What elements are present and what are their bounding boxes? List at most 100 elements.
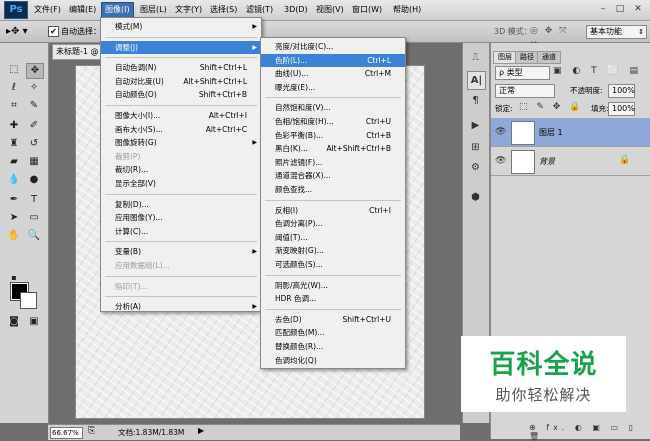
paragraph-panel-icon[interactable]: ¶: [467, 92, 484, 109]
menu-item[interactable]: 图像旋转(G) ▶: [101, 136, 261, 149]
menu-help[interactable]: 帮助(H): [390, 3, 424, 17]
pen-tool-icon[interactable]: ✒: [6, 193, 22, 207]
layer-filter-icons[interactable]: ▣ ◐ T ⬜ ▤: [553, 66, 642, 76]
default-colors-icon[interactable]: ▪: [6, 271, 22, 285]
menu-window[interactable]: 窗口(W): [349, 3, 385, 17]
menu-filter[interactable]: 滤镜(T): [243, 3, 276, 17]
menu-item[interactable]: 颜色查找...: [261, 183, 405, 196]
adjustments-panel-icon[interactable]: ⚙: [467, 159, 484, 176]
fill-input[interactable]: 100%: [608, 102, 635, 116]
layer-name[interactable]: 背景: [539, 156, 555, 167]
menu-item[interactable]: 色相/饱和度(H)... Ctrl+U: [261, 115, 405, 128]
path-select-icon[interactable]: ➤: [6, 211, 22, 225]
clone-stamp-icon[interactable]: ♜: [6, 137, 22, 151]
gradient-tool-icon[interactable]: ▦: [26, 155, 42, 169]
blend-mode-select[interactable]: 正常: [495, 84, 555, 98]
quick-mask-icon[interactable]: ◙: [6, 315, 22, 329]
brush-tool-icon[interactable]: ✐: [26, 119, 42, 133]
menu-item[interactable]: 亮度/对比度(C)...: [261, 40, 405, 53]
eraser-tool-icon[interactable]: ▰: [6, 155, 22, 169]
layer-bottom-icons[interactable]: ⊕ fx. ◐ ▣ ▭ ▯ 🗑: [529, 423, 650, 441]
shape-tool-icon[interactable]: ▭: [26, 211, 42, 225]
tab-paths[interactable]: 路径: [515, 51, 539, 64]
menu-item[interactable]: 自动颜色(O) Shift+Ctrl+B: [101, 88, 261, 101]
visibility-eye-icon[interactable]: 👁: [495, 127, 506, 137]
menu-item[interactable]: 曝光度(E)...: [261, 81, 405, 94]
maximize-icon[interactable]: □: [613, 2, 627, 16]
menu-item[interactable]: 色阶(L)... Ctrl+L: [261, 53, 405, 67]
menu-item[interactable]: 黑白(K)... Alt+Shift+Ctrl+B: [261, 142, 405, 155]
layer-name[interactable]: 图层 1: [539, 127, 563, 138]
menu-item[interactable]: 自动色调(N) Shift+Ctrl+L: [101, 61, 261, 74]
menu-item[interactable]: 照片滤镜(F)...: [261, 156, 405, 169]
lasso-tool-icon[interactable]: ℓ: [6, 81, 22, 95]
history-brush-icon[interactable]: ↺: [26, 137, 42, 151]
menu-item[interactable]: HDR 色调...: [261, 292, 405, 305]
menu-item[interactable]: 色调均化(Q): [261, 354, 405, 367]
tab-layers[interactable]: 图层: [493, 51, 517, 64]
healing-brush-icon[interactable]: ✚: [6, 119, 22, 133]
menu-item[interactable]: 渐变映射(G)...: [261, 244, 405, 257]
menu-item[interactable]: 可选颜色(S)...: [261, 258, 405, 271]
layer-row-background[interactable]: 👁 背景 🔒: [491, 147, 650, 176]
menu-item[interactable]: 调整(J) ▶: [101, 40, 261, 54]
crop-tool-icon[interactable]: ⌗: [6, 99, 22, 113]
zoom-tool-icon[interactable]: 🔍: [26, 229, 42, 243]
menu-item[interactable]: 计算(C)...: [101, 225, 261, 238]
menu-type[interactable]: 文字(Y): [172, 3, 205, 17]
menu-item[interactable]: 应用图像(Y)...: [101, 211, 261, 224]
menu-item[interactable]: 替换颜色(R)...: [261, 340, 405, 353]
menu-item[interactable]: 阈值(T)...: [261, 231, 405, 244]
menu-item[interactable]: 陷印(T)...: [101, 280, 261, 293]
menu-item[interactable]: 分析(A) ▶: [101, 300, 261, 313]
type-tool-icon[interactable]: T: [26, 193, 42, 207]
menu-item[interactable]: 自动对比度(U) Alt+Shift+Ctrl+L: [101, 75, 261, 88]
magic-wand-icon[interactable]: ✧: [26, 81, 42, 95]
menu-item[interactable]: 通道混合器(X)...: [261, 169, 405, 182]
menu-item[interactable]: 色彩平衡(B)... Ctrl+B: [261, 129, 405, 142]
menu-item[interactable]: 反相(I) Ctrl+I: [261, 204, 405, 217]
menu-item[interactable]: 自然饱和度(V)...: [261, 101, 405, 114]
workspace-select[interactable]: 基本功能 ⇕: [586, 25, 647, 39]
close-icon[interactable]: ✕: [631, 2, 645, 16]
menu-item[interactable]: 显示全部(V): [101, 177, 261, 190]
dodge-tool-icon[interactable]: ●: [26, 173, 42, 187]
auto-select-checkbox[interactable]: ✔: [48, 26, 59, 37]
3d-tools-icons[interactable]: ◎ ✥ ⤧ ⇔: [530, 25, 580, 49]
menu-item[interactable]: 曲线(U)... Ctrl+M: [261, 67, 405, 80]
character-panel-icon[interactable]: A|: [467, 71, 486, 90]
visibility-eye-icon[interactable]: 👁: [495, 156, 506, 166]
menu-edit[interactable]: 编辑(E): [66, 3, 99, 17]
menu-layer[interactable]: 图层(L): [137, 3, 170, 17]
menu-item[interactable]: 去色(D) Shift+Ctrl+U: [261, 313, 405, 326]
menu-item[interactable]: 应用数据组(L)...: [101, 259, 261, 272]
opacity-input[interactable]: 100%: [608, 84, 635, 98]
zoom-field[interactable]: 66.67%: [50, 427, 83, 439]
menu-select[interactable]: 选择(S): [207, 3, 240, 17]
lock-icons[interactable]: ⬚ ✎ ✥ 🔒: [519, 102, 583, 112]
move-tool-icon[interactable]: ✥: [26, 63, 44, 79]
layer-kind-filter[interactable]: ρ 类型: [495, 66, 550, 80]
menu-view[interactable]: 视图(V): [313, 3, 347, 17]
info-arrow-icon[interactable]: ▶: [198, 426, 204, 435]
actions-panel-icon[interactable]: ▶: [467, 117, 484, 134]
navigator-panel-icon[interactable]: ⊞: [467, 139, 484, 156]
marquee-tool-icon[interactable]: ⬚: [6, 63, 22, 77]
eyedropper-icon[interactable]: ✎: [26, 99, 42, 113]
minimize-icon[interactable]: –: [596, 2, 610, 16]
move-tool-preset-icon[interactable]: ▸✥ ▾: [6, 25, 38, 38]
screen-mode-icon[interactable]: ▣: [26, 315, 42, 329]
menu-item[interactable]: 裁切(R)...: [101, 163, 261, 176]
layer-row-1[interactable]: 👁 图层 1: [491, 118, 650, 147]
menu-item[interactable]: 画布大小(S)... Alt+Ctrl+C: [101, 123, 261, 136]
3d-panel-icon[interactable]: ⬢: [467, 189, 484, 206]
menu-item[interactable]: 模式(M) ▶: [101, 20, 261, 33]
menu-item[interactable]: 变量(B) ▶: [101, 245, 261, 258]
tab-channels[interactable]: 通道: [537, 51, 561, 64]
hand-tool-icon[interactable]: ✋: [6, 229, 22, 243]
menu-item[interactable]: 色调分离(P)...: [261, 217, 405, 230]
menu-item[interactable]: 裁剪(P): [101, 150, 261, 163]
menu-item[interactable]: 匹配颜色(M)...: [261, 326, 405, 339]
menu-item[interactable]: 复制(D)...: [101, 198, 261, 211]
export-icon[interactable]: ⎘: [88, 426, 95, 436]
